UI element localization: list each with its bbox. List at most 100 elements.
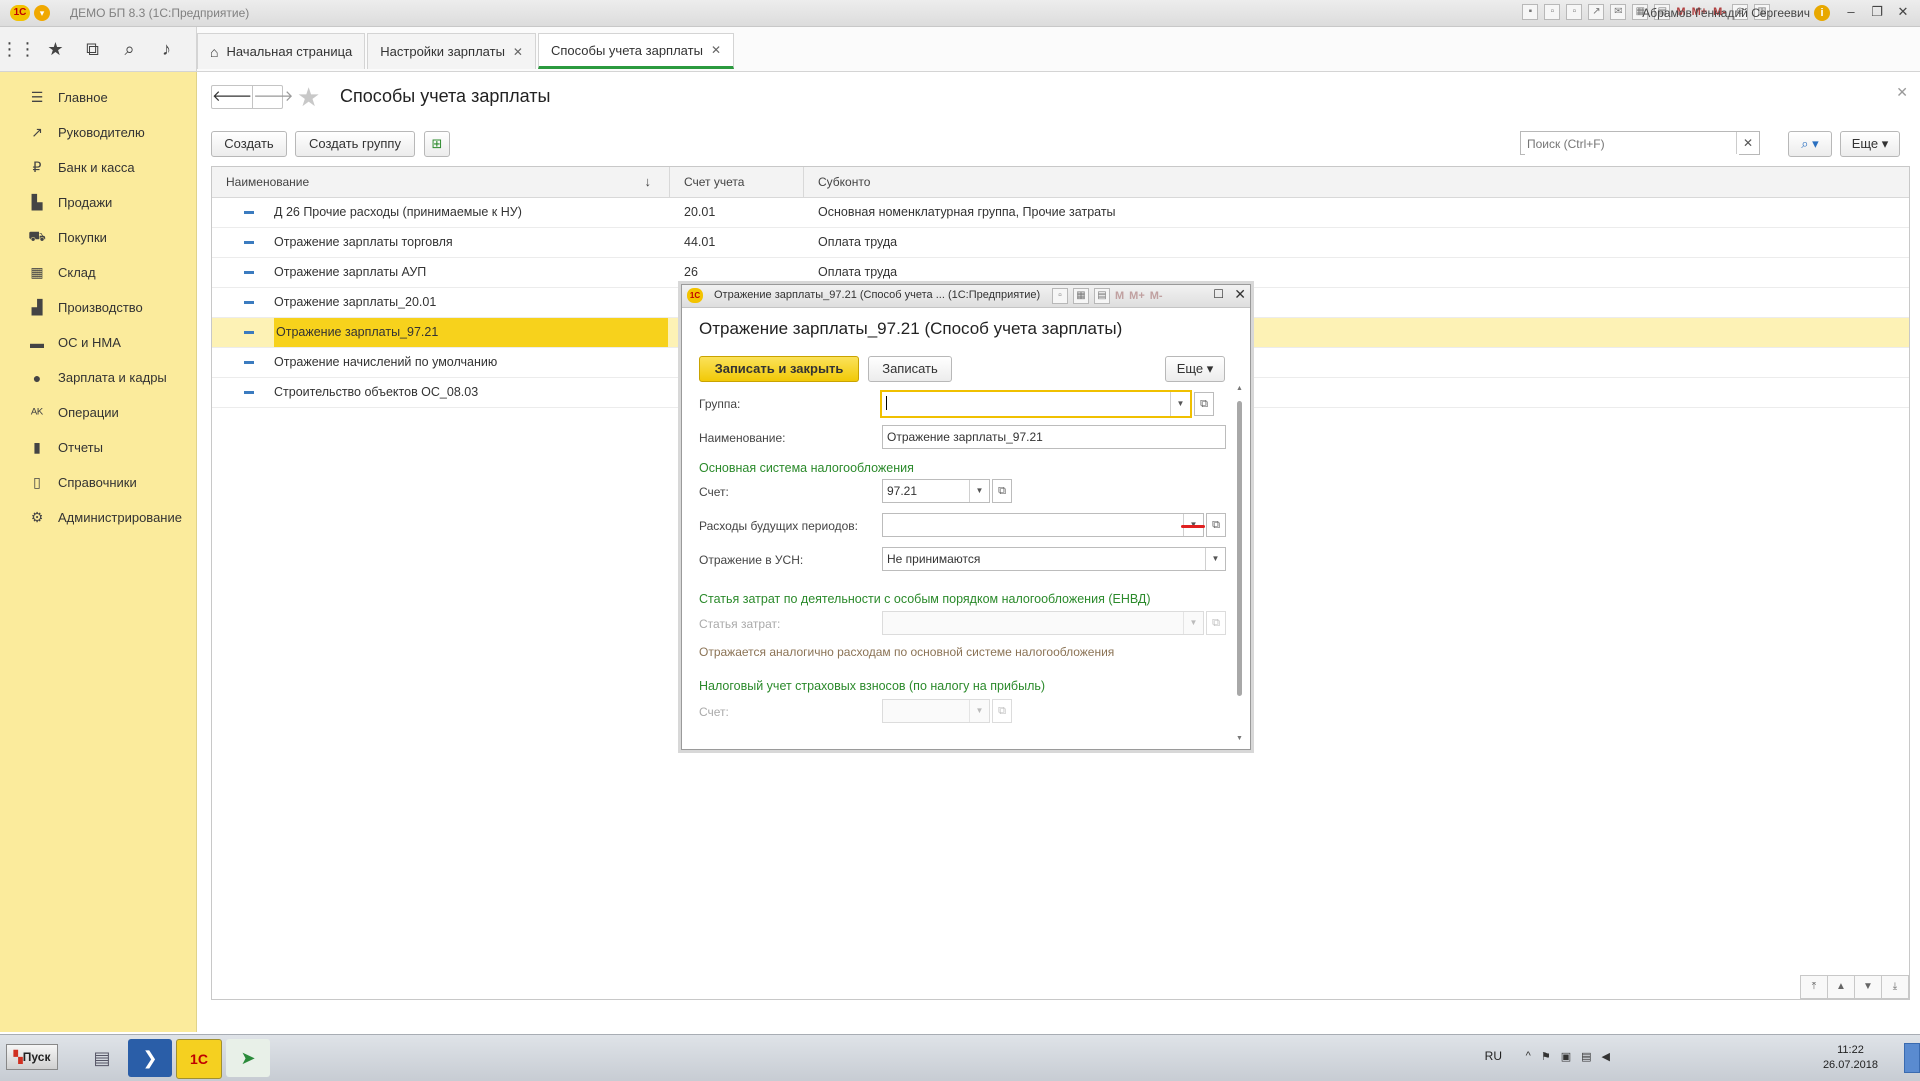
- show-desktop-button[interactable]: [1904, 1043, 1920, 1073]
- minimize-icon[interactable]: –: [1840, 3, 1862, 21]
- item-icon: [244, 331, 254, 334]
- open-link-icon[interactable]: ⧉: [1194, 392, 1214, 416]
- tab-close-icon[interactable]: ✕: [711, 43, 721, 57]
- tab-salary-settings[interactable]: Настройки зарплаты ✕: [367, 33, 536, 69]
- window-titlebar: 1С ▾ ДЕМО БП 8.3 (1С:Предприятие) ▪ ▫ ▫ …: [0, 0, 1920, 27]
- excel-export-icon[interactable]: ⊞: [424, 131, 450, 157]
- item-icon: [244, 271, 254, 274]
- search-options-button[interactable]: ⌕ ▾: [1788, 131, 1832, 157]
- favorite-star-icon[interactable]: ★: [297, 82, 320, 113]
- close-form-icon[interactable]: ✕: [1896, 84, 1908, 101]
- sidebar-item-purchases[interactable]: ⛟ Покупки: [0, 220, 196, 255]
- memory-mminus-button[interactable]: M-: [1150, 290, 1163, 302]
- search-icon[interactable]: ⌕: [111, 27, 148, 71]
- sidebar-item-sales[interactable]: ▙ Продажи: [0, 185, 196, 220]
- create-button[interactable]: Создать: [211, 131, 287, 157]
- sidebar-item-admin[interactable]: ⚙ Администрирование: [0, 500, 196, 535]
- scroll-up-icon[interactable]: ▲: [1236, 385, 1243, 392]
- open-link-icon[interactable]: ⧉: [1206, 513, 1226, 537]
- clear-search-icon[interactable]: ✕: [1736, 132, 1759, 154]
- dialog-form-body: Группа: ▼ ⧉ Наименование: Отражение зарп…: [682, 385, 1240, 745]
- memory-m-button[interactable]: M: [1115, 290, 1124, 302]
- all-functions-icon[interactable]: ⋮⋮: [0, 27, 37, 71]
- group-field[interactable]: ▼: [880, 390, 1192, 418]
- language-indicator[interactable]: RU: [1485, 1049, 1502, 1063]
- calendar-icon[interactable]: ▤: [1094, 288, 1110, 304]
- sidebar-item-warehouse[interactable]: ▦ Склад: [0, 255, 196, 290]
- tray-expand-icon[interactable]: ^: [1526, 1050, 1531, 1063]
- main-menu-icon[interactable]: ▾: [34, 5, 50, 21]
- sidebar-item-bank[interactable]: ₽ Банк и касса: [0, 150, 196, 185]
- scroll-up-icon[interactable]: ▲: [1827, 975, 1854, 999]
- sidebar-item-director[interactable]: ↗ Руководителю: [0, 115, 196, 150]
- start-button[interactable]: ▚Пуск: [6, 1044, 58, 1070]
- name-field[interactable]: Отражение зарплаты_97.21: [882, 425, 1226, 449]
- future-expenses-field[interactable]: ▼: [882, 513, 1204, 537]
- sidebar-item-fixed-assets[interactable]: ▬ ОС и НМА: [0, 325, 196, 360]
- create-group-button[interactable]: Создать группу: [295, 131, 415, 157]
- save-and-close-button[interactable]: Записать и закрыть: [699, 356, 859, 382]
- dialog-more-button[interactable]: Еще ▾: [1165, 356, 1225, 382]
- network-icon[interactable]: ▤: [1581, 1050, 1591, 1063]
- current-user[interactable]: Абрамов Геннадий Сергеевич: [1642, 6, 1810, 20]
- sidebar-item-operations[interactable]: ᴬᴷ Операции: [0, 395, 196, 430]
- tab-salary-accounting-methods[interactable]: Способы учета зарплаты ✕: [537, 33, 734, 69]
- scroll-down-icon[interactable]: ▼: [1236, 735, 1243, 742]
- save-button[interactable]: Записать: [868, 356, 952, 382]
- scroll-down-icon[interactable]: ▼: [1854, 975, 1881, 999]
- memory-mplus-button[interactable]: M+: [1129, 290, 1145, 302]
- column-header-name[interactable]: Наименование ↓: [212, 167, 670, 197]
- scroll-bottom-icon[interactable]: ⤓: [1881, 975, 1909, 999]
- 1c-enterprise-icon[interactable]: 1С: [176, 1039, 222, 1079]
- tab-home[interactable]: ⌂ Начальная страница: [197, 33, 366, 69]
- print-icon[interactable]: ▫: [1544, 4, 1561, 20]
- sidebar-item-production[interactable]: ▟ Производство: [0, 290, 196, 325]
- clock[interactable]: 11:22 26.07.2018: [1823, 1043, 1878, 1073]
- column-header-account[interactable]: Счет учета: [670, 167, 804, 197]
- sidebar-item-reports[interactable]: ▮ Отчеты: [0, 430, 196, 465]
- flag-icon[interactable]: ⚑: [1541, 1050, 1551, 1063]
- notifications-bell-icon[interactable]: ♪: [148, 27, 185, 71]
- scrollbar-thumb[interactable]: [1237, 401, 1242, 696]
- close-icon[interactable]: ✕: [1234, 286, 1246, 303]
- usn-select[interactable]: Не принимаются ▼: [882, 547, 1226, 571]
- forward-arrow-icon[interactable]: 🡒: [252, 86, 293, 108]
- print-icon[interactable]: ▫: [1052, 288, 1068, 304]
- maximize-icon[interactable]: ☐: [1213, 287, 1224, 301]
- dropdown-arrow-icon[interactable]: ▼: [1170, 392, 1190, 416]
- 1c-start-icon[interactable]: ➤: [226, 1039, 270, 1077]
- search-input[interactable]: [1525, 133, 1739, 155]
- table-row[interactable]: Д 26 Прочие расходы (принимаемые к НУ) 2…: [212, 198, 1909, 228]
- preview-icon[interactable]: ▫: [1566, 4, 1583, 20]
- close-icon[interactable]: ✕: [1892, 3, 1914, 21]
- dropdown-arrow-icon[interactable]: ▼: [969, 480, 989, 502]
- sidebar-item-salary[interactable]: ● Зарплата и кадры: [0, 360, 196, 395]
- dialog-scrollbar[interactable]: ▲ ▼: [1236, 385, 1244, 745]
- sidebar-item-label: Главное: [58, 90, 108, 105]
- calculator-icon[interactable]: ▦: [1073, 288, 1089, 304]
- tray-app-icon[interactable]: ▣: [1561, 1050, 1571, 1063]
- open-link-icon[interactable]: ⧉: [992, 479, 1012, 503]
- save-icon[interactable]: ▪: [1522, 4, 1539, 20]
- mail-icon[interactable]: ✉: [1610, 4, 1627, 20]
- favorites-star-icon[interactable]: ★: [37, 27, 74, 71]
- text-cursor: [886, 395, 887, 410]
- cart-icon: ⛟: [28, 228, 46, 244]
- table-row[interactable]: Отражение зарплаты торговля 44.01 Оплата…: [212, 228, 1909, 258]
- more-button[interactable]: Еще ▾: [1840, 131, 1900, 157]
- back-arrow-icon[interactable]: 🡐: [212, 86, 252, 108]
- powershell-icon[interactable]: ❯: [128, 1039, 172, 1077]
- account-field[interactable]: 97.21 ▼: [882, 479, 990, 503]
- sidebar-item-catalogs[interactable]: ▯ Справочники: [0, 465, 196, 500]
- dropdown-arrow-icon[interactable]: ▼: [1205, 548, 1225, 570]
- link-icon[interactable]: ↗: [1588, 4, 1605, 20]
- info-icon[interactable]: i: [1814, 5, 1830, 21]
- volume-muted-icon[interactable]: ◀: [1602, 1050, 1610, 1063]
- history-icon[interactable]: ⧉: [74, 27, 111, 71]
- sidebar-item-main[interactable]: ☰ Главное: [0, 80, 196, 115]
- column-header-subconto[interactable]: Субконто: [804, 167, 1909, 197]
- restore-icon[interactable]: ❐: [1866, 3, 1888, 21]
- tab-close-icon[interactable]: ✕: [513, 45, 523, 59]
- server-manager-icon[interactable]: ▤: [80, 1039, 124, 1077]
- scroll-top-icon[interactable]: ⤒: [1800, 975, 1827, 999]
